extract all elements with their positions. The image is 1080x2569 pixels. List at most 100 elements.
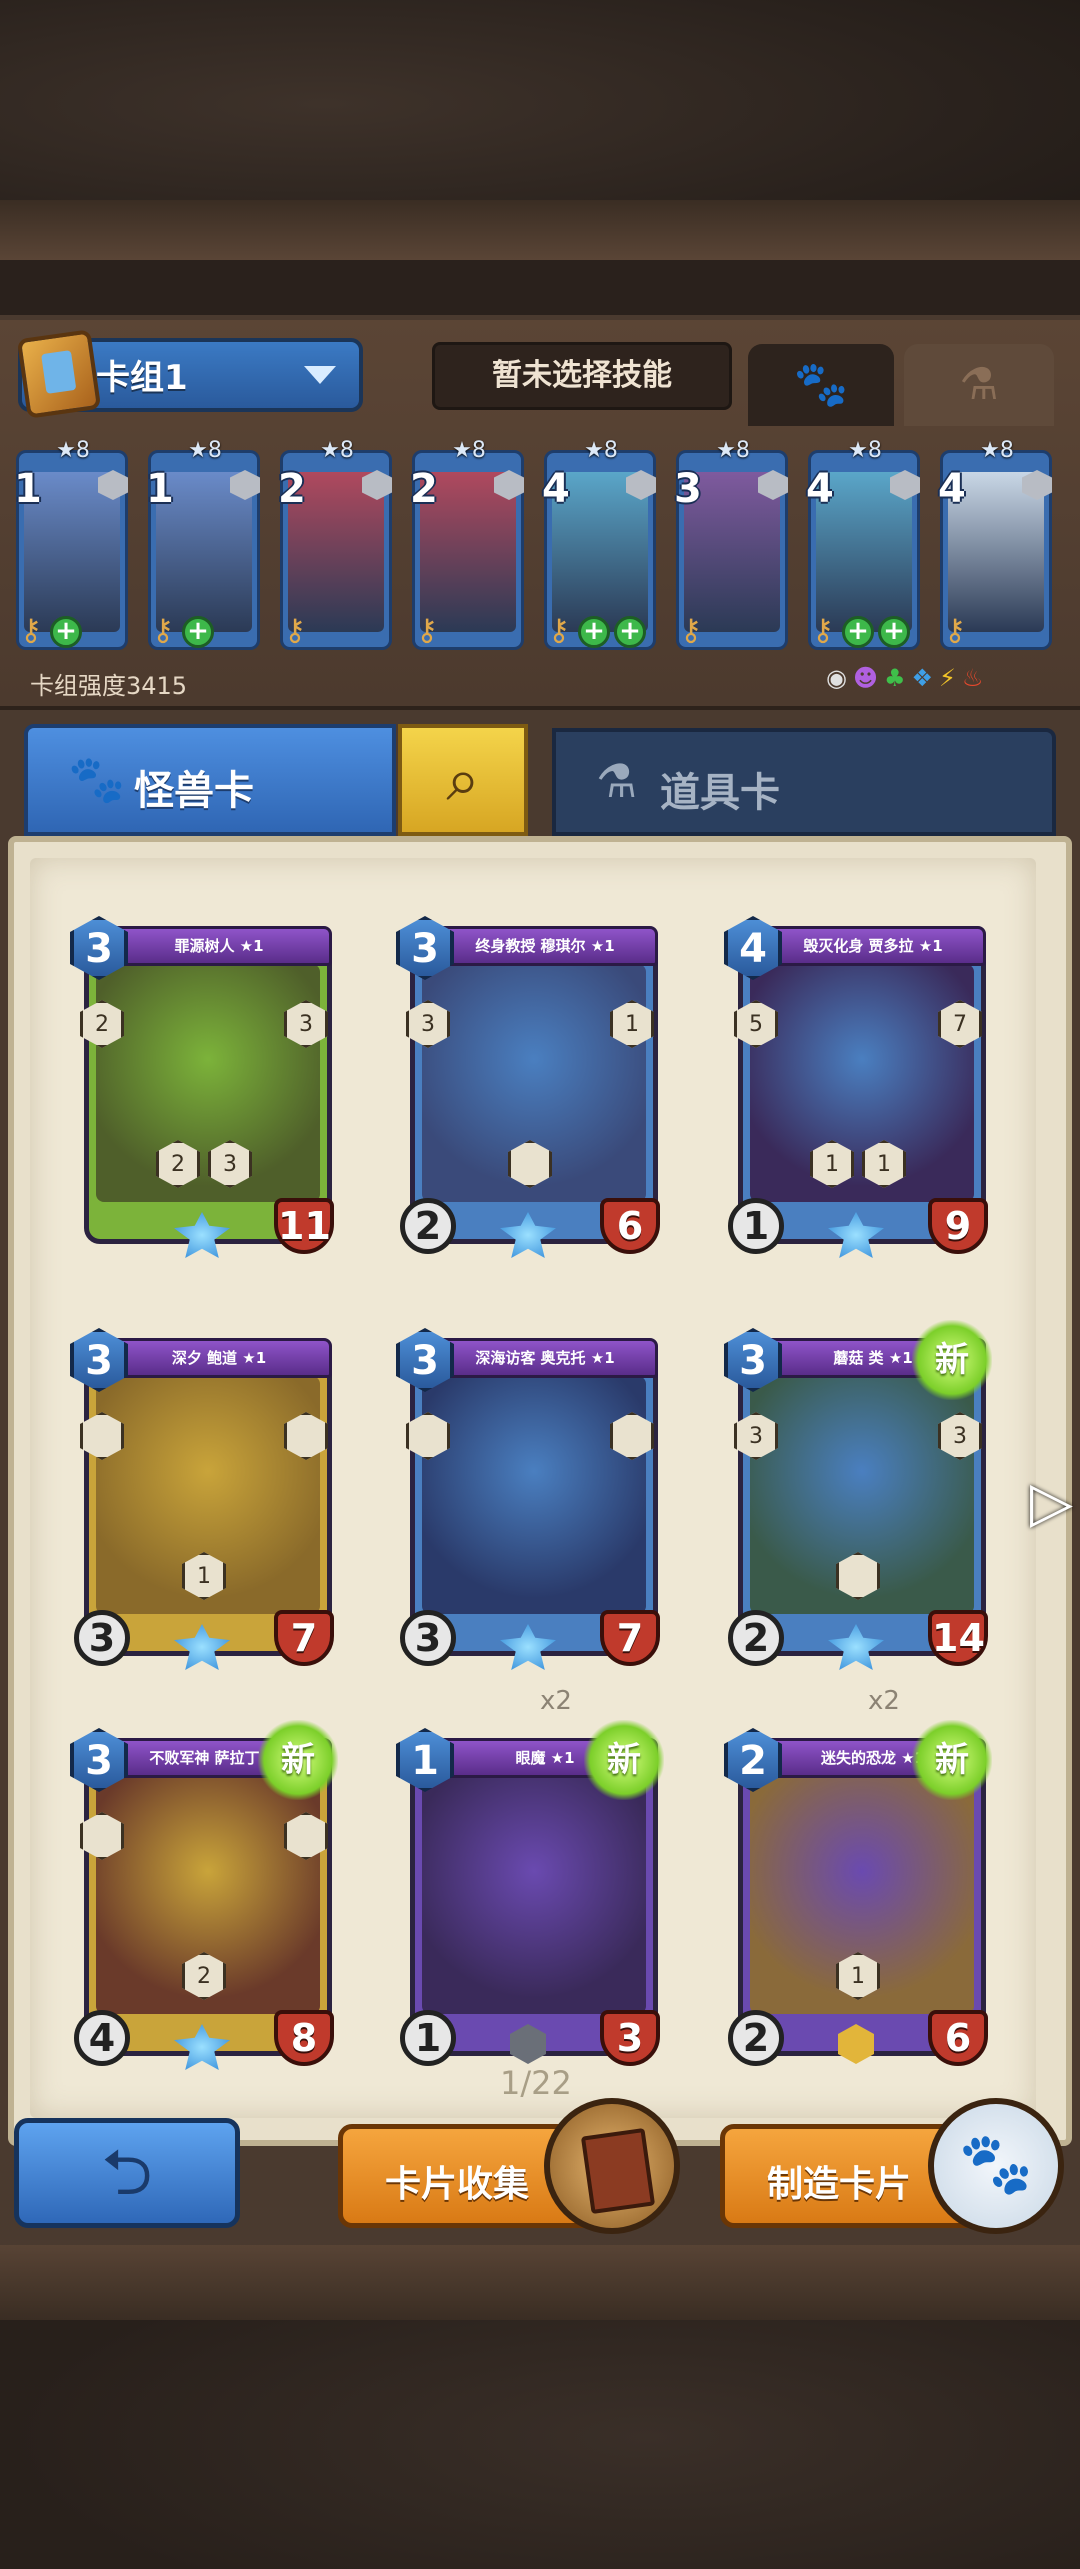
key-icon: ⚷ bbox=[548, 613, 570, 648]
monster-card[interactable]: 毁灭化身 贾多拉 ★1 4 9 1 5 7 1 1 bbox=[724, 908, 988, 1258]
new-badge: 新 bbox=[584, 1720, 664, 1800]
deck-card-cost: 2 bbox=[410, 466, 438, 512]
card-attack: 3 bbox=[74, 1610, 130, 1666]
upgrade-plus-icon: + bbox=[578, 616, 610, 648]
paw-jar-icon[interactable]: 🐾 bbox=[928, 2098, 1064, 2234]
card-title: 深海访客 奥克托 ★1 bbox=[432, 1338, 658, 1378]
deck-card-star: ★8 bbox=[188, 438, 222, 463]
card-count: x2 bbox=[540, 1686, 572, 1716]
deck-card-cost: 1 bbox=[146, 466, 174, 512]
key-icon: ⚷ bbox=[416, 613, 438, 648]
deck-card-cost: 4 bbox=[938, 466, 966, 512]
upgrade-plus-icon: + bbox=[50, 616, 82, 648]
monster-card[interactable]: 不败军神 萨拉丁 ★1 3 8 4 新 2 bbox=[70, 1720, 338, 2070]
deck-card[interactable]: ★8 1 ⚷ + bbox=[14, 438, 132, 654]
monster-card[interactable]: 终身教授 穆琪尔 ★1 3 6 2 3 1 bbox=[396, 908, 660, 1258]
card-attack: 2 bbox=[728, 2010, 784, 2066]
upgrade-plus-icon: + bbox=[182, 616, 214, 648]
new-badge: 新 bbox=[258, 1720, 338, 1800]
element-icon: ♣ bbox=[883, 664, 912, 692]
key-icon: ⚷ bbox=[152, 613, 174, 648]
upgrade-plus-icon: + bbox=[842, 616, 874, 648]
card-art bbox=[422, 1776, 646, 2014]
search-icon: ⌕ bbox=[446, 745, 480, 815]
card-health: 3 bbox=[600, 2010, 660, 2066]
card-count: x2 bbox=[868, 1686, 900, 1716]
craft-card-label: 制造卡片 bbox=[767, 2164, 912, 2205]
back-arrow-icon: ⮌ bbox=[101, 2136, 153, 2210]
deck-card[interactable]: ★8 4 ⚷ bbox=[938, 438, 1056, 654]
element-icon: ◉ bbox=[826, 664, 853, 692]
card-health: 7 bbox=[600, 1610, 660, 1666]
monster-card[interactable]: 深夕 鲍道 ★1 3 7 3 1 bbox=[70, 1320, 334, 1670]
search-button[interactable]: ⌕ bbox=[398, 724, 528, 836]
key-icon: ⚷ bbox=[812, 613, 834, 648]
upgrade-plus-icon: + bbox=[878, 616, 910, 648]
element-icon: ♨ bbox=[961, 664, 990, 692]
deck-card-row: ★8 1 ⚷ + ★8 1 ⚷ + ★8 2 ⚷ ★8 2 ⚷ ★8 4 ⚷ + + ★8 3 ⚷ ★8 4 ⚷ + + ★8 4 ⚷ bbox=[14, 438, 1066, 654]
tab-item-label: 道具卡 bbox=[660, 770, 780, 816]
deck-card[interactable]: ★8 4 ⚷ + + bbox=[806, 438, 924, 654]
card-attack: 1 bbox=[400, 2010, 456, 2066]
card-attack: 4 bbox=[74, 2010, 130, 2066]
card-attack: 1 bbox=[728, 1198, 784, 1254]
potion-icon: ⚗ bbox=[596, 754, 638, 808]
element-icon: ❖ bbox=[911, 664, 940, 692]
deck-card-star: ★8 bbox=[584, 438, 618, 463]
card-title: 深夕 鲍道 ★1 bbox=[106, 1338, 332, 1378]
card-attack: 3 bbox=[400, 1610, 456, 1666]
card-book-icon[interactable] bbox=[544, 2098, 680, 2234]
top-background bbox=[0, 0, 1080, 260]
next-page-arrow-icon[interactable]: ▷ bbox=[1030, 1470, 1073, 1535]
tab-item-deck[interactable]: ⚗ bbox=[904, 344, 1054, 426]
back-button[interactable]: ⮌ bbox=[14, 2118, 240, 2228]
deck-card[interactable]: ★8 2 ⚷ bbox=[278, 438, 396, 654]
deck-card-cost: 4 bbox=[542, 466, 570, 512]
tab-item-cards[interactable]: ⚗ 道具卡 bbox=[552, 728, 1056, 836]
card-health: 6 bbox=[928, 2010, 988, 2066]
card-attack: 2 bbox=[400, 1198, 456, 1254]
key-icon: ⚷ bbox=[284, 613, 306, 648]
deck-card[interactable]: ★8 3 ⚷ bbox=[674, 438, 792, 654]
paw-icon: 🐾 bbox=[68, 752, 126, 806]
element-icon: ⚡ bbox=[939, 664, 962, 692]
key-icon: ⚷ bbox=[680, 613, 702, 648]
key-icon: ⚷ bbox=[944, 613, 966, 648]
chevron-down-icon[interactable] bbox=[304, 366, 336, 384]
deck-card-star: ★8 bbox=[452, 438, 486, 463]
deck-card-star: ★8 bbox=[716, 438, 750, 463]
deck-card-star: ★8 bbox=[980, 438, 1014, 463]
monster-card[interactable]: 眼魔 ★1 1 3 1 x2 新 bbox=[396, 1686, 664, 2068]
card-title: 终身教授 穆琪尔 ★1 bbox=[432, 926, 658, 966]
potion-icon: ⚗ bbox=[959, 359, 999, 410]
new-badge: 新 bbox=[912, 1320, 992, 1400]
card-attack: 2 bbox=[728, 1610, 784, 1666]
deck-card-star: ★8 bbox=[320, 438, 354, 463]
deck-card-cost: 4 bbox=[806, 466, 834, 512]
card-title: 毁灭化身 贾多拉 ★1 bbox=[760, 926, 986, 966]
skill-select-button[interactable]: 暂未选择技能 bbox=[432, 342, 732, 410]
deck-card[interactable]: ★8 2 ⚷ bbox=[410, 438, 528, 654]
key-icon: ⚷ bbox=[20, 613, 42, 648]
deck-card-cost: 1 bbox=[14, 466, 42, 512]
monster-card[interactable]: 罪源树人 ★1 3 11 2 3 2 3 bbox=[70, 908, 334, 1258]
tab-monster-cards[interactable]: 🐾 怪兽卡 bbox=[24, 724, 396, 836]
deck-card-cost: 3 bbox=[674, 466, 702, 512]
deck-card-cost: 2 bbox=[278, 466, 306, 512]
tab-beast-deck[interactable]: 🐾 bbox=[748, 344, 894, 426]
deck-name[interactable]: 卡组1 bbox=[96, 350, 188, 399]
deck-book-icon bbox=[16, 329, 102, 419]
page-number: 1/22 bbox=[500, 2064, 572, 2102]
deck-card[interactable]: ★8 1 ⚷ + bbox=[146, 438, 264, 654]
monster-card[interactable]: 蘑菇 类 ★1 3 14 2 新 3 3 bbox=[724, 1320, 992, 1670]
upgrade-plus-icon: + bbox=[614, 616, 646, 648]
card-health: 14 bbox=[928, 1610, 988, 1666]
new-badge: 新 bbox=[912, 1720, 992, 1800]
card-health: 11 bbox=[274, 1198, 334, 1254]
deck-card-star: ★8 bbox=[848, 438, 882, 463]
card-health: 7 bbox=[274, 1610, 334, 1666]
deck-card[interactable]: ★8 4 ⚷ + + bbox=[542, 438, 660, 654]
card-health: 9 bbox=[928, 1198, 988, 1254]
monster-card[interactable]: 迷失的恐龙 ★1 2 6 2 x2 新 1 bbox=[724, 1686, 992, 2068]
monster-card[interactable]: 深海访客 奥克托 ★1 3 7 3 bbox=[396, 1320, 660, 1670]
